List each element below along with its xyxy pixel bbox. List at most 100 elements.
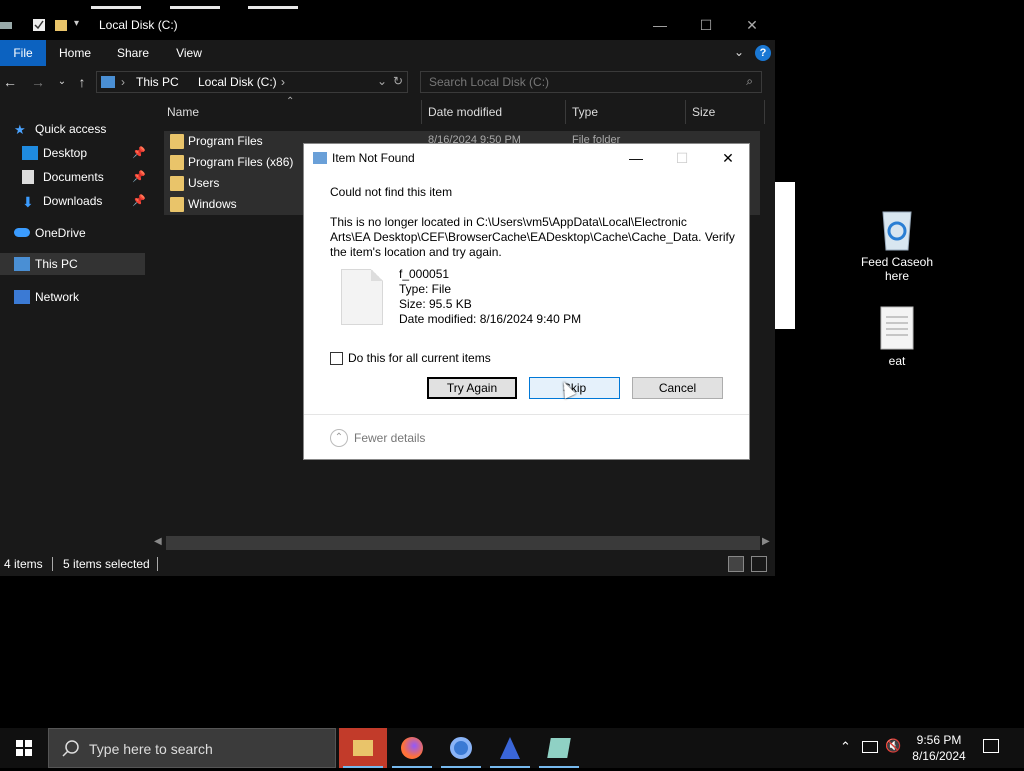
column-header-type[interactable]: Type (572, 98, 598, 126)
taskbar-file-explorer[interactable] (339, 728, 387, 768)
file-name: Windows (188, 197, 237, 211)
folder-icon (170, 176, 184, 191)
desktop-icon (22, 146, 38, 160)
forward-arrow-icon[interactable]: → (28, 72, 48, 92)
scrollbar-thumb[interactable] (166, 536, 760, 550)
file-name: Program Files (188, 134, 263, 148)
fewer-details-link[interactable]: Fewer details (354, 431, 425, 445)
desktop-icon-label: eat (888, 354, 906, 368)
try-again-button[interactable]: Try Again (427, 377, 517, 399)
refresh-icon[interactable]: ↻ (393, 74, 403, 88)
show-hidden-icons-chevron-icon[interactable]: ⌃ (840, 739, 851, 755)
pc-icon (101, 76, 115, 88)
pin-icon: 📌 (132, 171, 146, 183)
network-icon (14, 290, 30, 304)
recent-locations-icon[interactable]: ⌄ (52, 72, 72, 92)
file-name: Users (188, 176, 220, 190)
taskbar-search-placeholder: Type here to search (89, 741, 213, 757)
column-header-date-modified[interactable]: Date modified (428, 98, 502, 126)
tab-share[interactable]: Share (110, 40, 156, 66)
clock-date: 8/16/2024 (912, 749, 966, 763)
notification-center-icon[interactable] (983, 739, 999, 753)
tab-view[interactable]: View (166, 40, 212, 66)
breadcrumb-local-disk[interactable]: Local Disk (C:) (198, 75, 277, 89)
search-icon: ⌕ (746, 74, 753, 88)
taskbar-app-green[interactable] (535, 728, 583, 768)
address-dropdown-icon[interactable]: ⌄ (377, 74, 387, 88)
expand-ribbon-icon[interactable]: ⌄ (734, 45, 744, 59)
apply-all-label[interactable]: Do this for all current items (348, 351, 491, 366)
apply-all-checkbox[interactable] (330, 352, 343, 365)
sidebar-item-downloads[interactable]: ⬇ Downloads 📌 (0, 190, 146, 212)
breadcrumb-this-pc[interactable]: This PC (136, 75, 179, 89)
taskbar-search-input[interactable]: Type here to search (48, 728, 336, 768)
chevron-up-icon[interactable]: ⌃ (330, 429, 348, 447)
recycle-bin-icon (882, 211, 912, 251)
help-button[interactable]: ? (755, 45, 771, 61)
dialog-close-button[interactable]: ✕ (705, 144, 751, 172)
top-strip (0, 0, 775, 10)
back-arrow-icon[interactable]: ← (0, 72, 20, 92)
desktop-icon-recycle-bin[interactable]: Feed Caseoh here (852, 206, 942, 283)
start-button[interactable] (0, 728, 48, 768)
properties-icon[interactable] (32, 18, 46, 32)
file-type: Type: File (399, 282, 452, 296)
sidebar-item-quick-access[interactable]: ★ Quick access (0, 118, 145, 140)
background-window (775, 182, 795, 329)
skip-button[interactable]: Skip (529, 377, 620, 399)
cancel-button[interactable]: Cancel (632, 377, 723, 399)
file-move-icon (313, 152, 327, 164)
desktop-icon-eat[interactable]: eat (852, 305, 942, 368)
drive-icon (0, 18, 14, 32)
network-status-icon[interactable] (862, 741, 878, 753)
taskbar-app-blue[interactable] (486, 728, 534, 768)
text-file-icon (880, 306, 914, 350)
minimize-button[interactable]: — (637, 10, 683, 40)
details-view-icon[interactable] (728, 556, 744, 572)
windows-logo-icon (16, 740, 32, 756)
customize-quick-access-icon[interactable]: ▾ (74, 18, 88, 32)
system-clock[interactable]: 9:56 PM 8/16/2024 (905, 732, 973, 764)
address-bar[interactable]: › This PC › Local Disk (C:) › ⌄ ↻ (96, 71, 408, 93)
column-header-size[interactable]: Size (692, 98, 715, 126)
folder-icon (170, 134, 184, 149)
up-arrow-icon[interactable]: ↑ (72, 72, 92, 92)
app-icon (547, 738, 571, 758)
search-placeholder: Search Local Disk (C:) (429, 75, 550, 89)
sidebar-item-network[interactable]: Network (0, 286, 145, 308)
ribbon-tabs: File Home Share View ⌄ ? (0, 40, 775, 66)
sidebar-item-label: OneDrive (35, 226, 86, 240)
sidebar-item-label: This PC (35, 257, 78, 271)
search-input[interactable]: Search Local Disk (C:) ⌕ (420, 71, 762, 93)
close-button[interactable]: ✕ (729, 10, 775, 40)
tab-home[interactable]: Home (52, 40, 98, 66)
folder-icon (170, 155, 184, 170)
taskbar-firefox[interactable] (388, 728, 436, 768)
volume-muted-icon[interactable]: 🔇 (885, 738, 901, 754)
documents-icon (22, 170, 34, 184)
firefox-icon (401, 737, 423, 759)
horizontal-scrollbar[interactable]: ◀ ▶ (148, 534, 775, 552)
column-header-name[interactable]: Name (167, 98, 199, 126)
pc-icon (14, 257, 30, 271)
clock-time: 9:56 PM (916, 733, 962, 747)
dialog-message-line: the item's location and try again. (330, 245, 502, 259)
dialog-maximize-button: ☐ (675, 150, 689, 166)
sidebar-item-label: Downloads (43, 194, 103, 208)
dialog-minimize-button[interactable]: — (613, 144, 659, 172)
taskbar-chrome[interactable] (437, 728, 485, 768)
cloud-icon (14, 228, 30, 237)
sidebar-item-this-pc[interactable]: This PC (0, 253, 145, 275)
file-name: f_000051 (399, 267, 450, 281)
maximize-button[interactable]: ☐ (683, 10, 729, 40)
breadcrumb-separator-icon: › (121, 75, 125, 89)
sidebar-item-desktop[interactable]: Desktop 📌 (0, 142, 146, 164)
sidebar-item-documents[interactable]: Documents 📌 (0, 166, 146, 188)
scroll-left-icon[interactable]: ◀ (154, 536, 162, 547)
large-icons-view-icon[interactable] (751, 556, 767, 572)
scroll-right-icon[interactable]: ▶ (762, 536, 770, 547)
tab-file[interactable]: File (0, 40, 46, 66)
folder-icon (353, 740, 373, 756)
sidebar-item-onedrive[interactable]: OneDrive (0, 222, 145, 244)
new-folder-icon[interactable] (54, 18, 68, 32)
